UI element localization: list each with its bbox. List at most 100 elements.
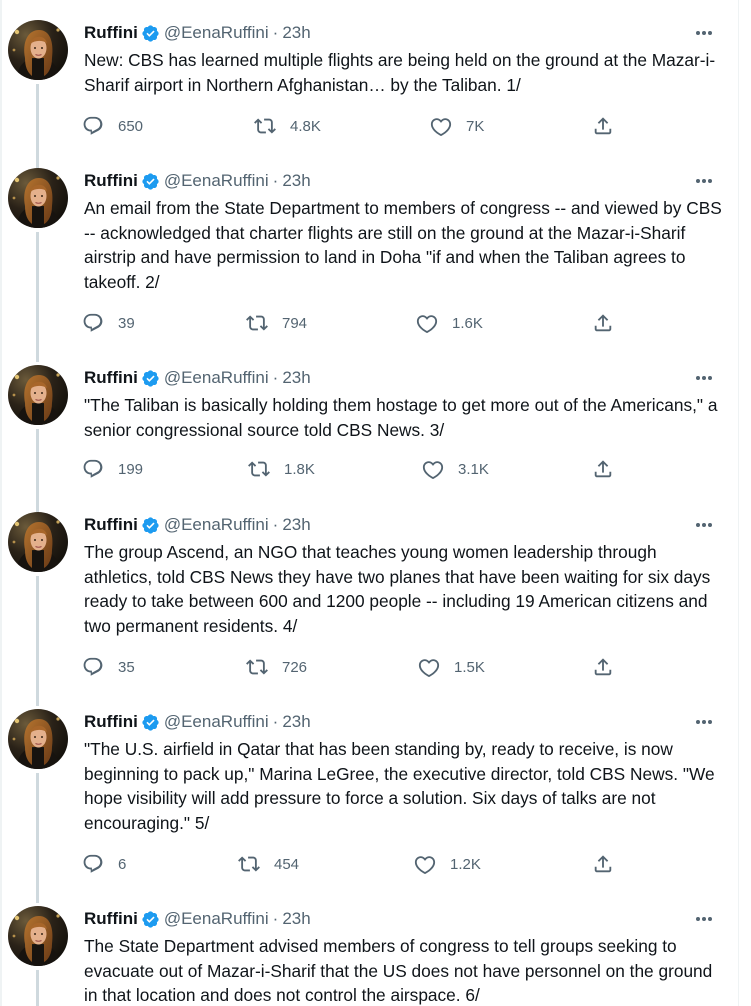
like-count: 1.5K [454, 658, 485, 676]
retweet-icon [248, 461, 270, 477]
author-name[interactable]: Ruffini [84, 712, 138, 732]
heart-icon [414, 856, 436, 875]
verified-badge-icon [142, 24, 159, 42]
tweet-actions: 35 726 1.5K [82, 655, 642, 679]
like-button[interactable]: 1.6K [416, 311, 483, 335]
timestamp[interactable]: 23h [282, 171, 310, 191]
retweet-count: 1.8K [284, 460, 315, 478]
separator-dot: · [272, 171, 279, 190]
like-button[interactable]: 7K [430, 114, 484, 138]
retweet-button[interactable]: 454 [238, 852, 299, 876]
reply-button[interactable]: 6 [82, 852, 126, 876]
author-name[interactable]: Ruffini [84, 515, 138, 535]
thread-connector [36, 773, 39, 903]
share-button[interactable] [592, 457, 614, 481]
avatar[interactable] [8, 168, 68, 228]
avatar[interactable] [8, 906, 68, 966]
like-count: 3.1K [458, 460, 489, 478]
like-count: 1.2K [450, 855, 481, 873]
tweet-text: "The Taliban is basically holding them h… [84, 395, 718, 440]
heart-icon [422, 461, 444, 480]
thread-connector [36, 232, 39, 362]
share-icon [594, 314, 612, 332]
thread-connector [36, 429, 39, 512]
like-button[interactable]: 1.5K [418, 655, 485, 679]
more-options-icon[interactable] [692, 22, 716, 44]
verified-badge-icon [142, 713, 159, 731]
author-handle[interactable]: @EenaRuffini [164, 171, 269, 191]
timestamp[interactable]: 23h [282, 23, 310, 43]
reply-icon [83, 459, 103, 478]
heart-icon [430, 118, 452, 137]
retweet-icon [246, 315, 268, 331]
retweet-button[interactable]: 1.8K [248, 457, 315, 481]
more-options-icon[interactable] [692, 367, 716, 389]
tweet-actions: 39 794 1.6K [82, 311, 642, 335]
tweet-text: The State Department advised members of … [84, 936, 713, 1006]
thread-connector [36, 970, 39, 1006]
thread-connector [36, 576, 39, 706]
avatar[interactable] [8, 512, 68, 572]
reply-button[interactable]: 199 [82, 457, 143, 481]
separator-dot: · [272, 368, 279, 387]
author-name[interactable]: Ruffini [84, 368, 138, 388]
reply-icon [83, 313, 103, 332]
more-options-icon[interactable] [692, 170, 716, 192]
share-button[interactable] [592, 311, 614, 335]
tweet-actions: 6 454 1.2K [82, 852, 642, 876]
more-options-icon[interactable] [692, 908, 716, 930]
heart-icon [418, 659, 440, 678]
timestamp[interactable]: 23h [282, 909, 310, 929]
author-handle[interactable]: @EenaRuffini [164, 23, 269, 43]
retweet-button[interactable]: 4.8K [254, 114, 321, 138]
author-name[interactable]: Ruffini [84, 23, 138, 43]
timestamp[interactable]: 23h [282, 515, 310, 535]
reply-icon [83, 657, 103, 676]
share-icon [594, 460, 612, 478]
reply-icon [83, 116, 103, 135]
avatar[interactable] [8, 365, 68, 425]
more-options-icon[interactable] [692, 514, 716, 536]
avatar[interactable] [8, 709, 68, 769]
author-handle[interactable]: @EenaRuffini [164, 368, 269, 388]
verified-badge-icon [142, 516, 159, 534]
separator-dot: · [272, 712, 279, 731]
retweet-count: 794 [282, 314, 308, 332]
retweet-count: 4.8K [290, 117, 321, 135]
timestamp[interactable]: 23h [282, 712, 310, 732]
tweet-text: An email from the State Department to me… [84, 198, 722, 292]
verified-badge-icon [142, 369, 159, 387]
retweet-button[interactable]: 726 [246, 655, 307, 679]
reply-button[interactable]: 35 [82, 655, 135, 679]
tweet-actions: 650 4.8K 7K [82, 114, 642, 138]
separator-dot: · [272, 909, 279, 928]
tweet-text: The group Ascend, an NGO that teaches yo… [84, 542, 711, 636]
timestamp[interactable]: 23h [282, 368, 310, 388]
like-button[interactable]: 1.2K [414, 852, 481, 876]
like-button[interactable]: 3.1K [422, 457, 489, 481]
reply-count: 650 [118, 117, 144, 135]
reply-count: 35 [118, 658, 135, 676]
share-button[interactable] [592, 114, 614, 138]
avatar[interactable] [8, 20, 68, 80]
separator-dot: · [272, 515, 279, 534]
retweet-icon [254, 118, 276, 134]
author-handle[interactable]: @EenaRuffini [164, 515, 269, 535]
share-icon [594, 658, 612, 676]
tweet-actions: 199 1.8K 3.1K [82, 457, 642, 481]
share-button[interactable] [592, 655, 614, 679]
more-options-icon[interactable] [692, 711, 716, 733]
reply-button[interactable]: 650 [82, 114, 143, 138]
reply-button[interactable]: 39 [82, 311, 135, 335]
author-name[interactable]: Ruffini [84, 909, 138, 929]
author-handle[interactable]: @EenaRuffini [164, 909, 269, 929]
separator-dot: · [272, 23, 279, 42]
author-name[interactable]: Ruffini [84, 171, 138, 191]
author-handle[interactable]: @EenaRuffini [164, 712, 269, 732]
reply-icon [83, 854, 103, 873]
tweet-text: "The U.S. airfield in Qatar that has bee… [84, 739, 715, 833]
like-count: 7K [466, 117, 485, 135]
share-button[interactable] [592, 852, 614, 876]
reply-count: 6 [118, 855, 127, 873]
retweet-button[interactable]: 794 [246, 311, 307, 335]
